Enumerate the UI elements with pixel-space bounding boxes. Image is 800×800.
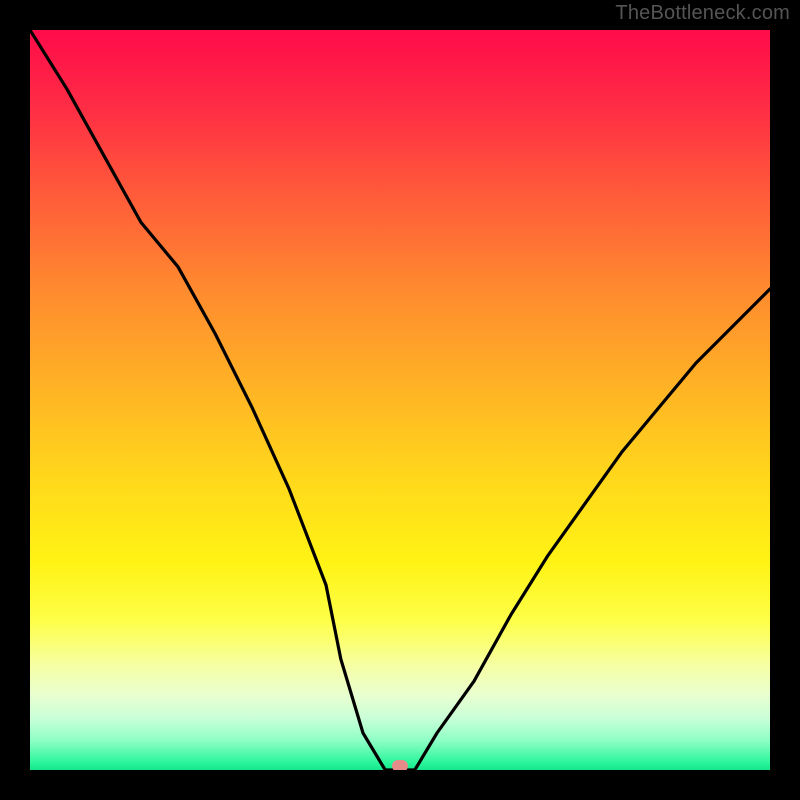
chart-frame: TheBottleneck.com bbox=[0, 0, 800, 800]
curve-layer bbox=[30, 30, 770, 770]
optimal-point-marker bbox=[392, 760, 408, 770]
plot-area bbox=[30, 30, 770, 770]
watermark-text: TheBottleneck.com bbox=[615, 2, 790, 25]
bottleneck-curve bbox=[30, 30, 770, 770]
